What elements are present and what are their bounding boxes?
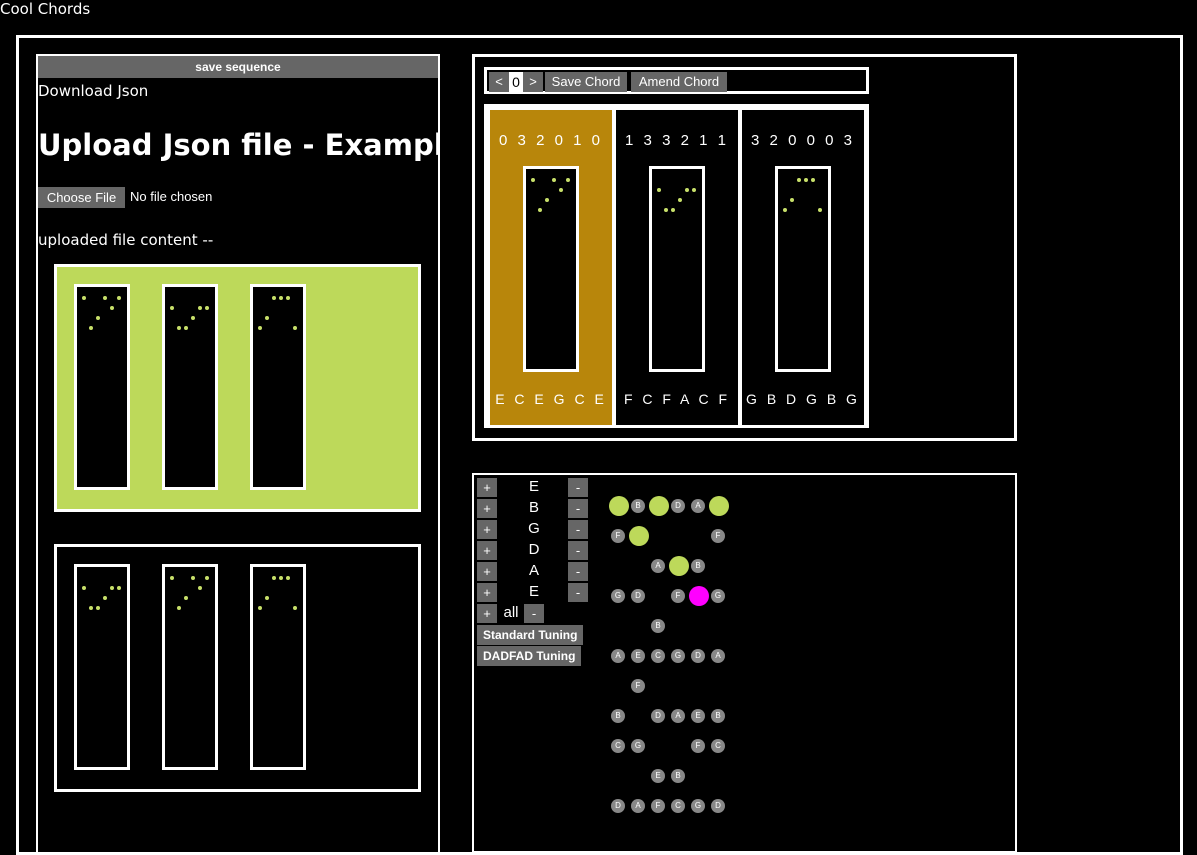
save-chord-button[interactable]: Save Chord: [545, 72, 627, 92]
fret-marker[interactable]: [609, 496, 629, 516]
fret-note[interactable]: C: [671, 799, 685, 813]
fret-marker-highlight[interactable]: [689, 586, 709, 606]
chord-notes: F C F A C F: [623, 391, 731, 407]
chord-frets: 3 2 0 0 0 3: [751, 132, 855, 149]
string-6-plus-button[interactable]: +: [477, 583, 497, 602]
fret-note[interactable]: G: [671, 649, 685, 663]
string-3-plus-button[interactable]: +: [477, 520, 497, 539]
string-3-label: G: [528, 520, 540, 537]
fret-note[interactable]: A: [611, 649, 625, 663]
mini-fretboard: [162, 284, 218, 490]
string-4-minus-button[interactable]: -: [568, 541, 588, 560]
fret-note[interactable]: B: [711, 709, 725, 723]
fret-note[interactable]: D: [671, 499, 685, 513]
fret-note[interactable]: E: [691, 709, 705, 723]
chord-card[interactable]: 1 3 3 2 1 1 F C F A C F: [616, 110, 738, 425]
fret-note[interactable]: E: [651, 769, 665, 783]
fret-note[interactable]: F: [711, 529, 725, 543]
fret-note[interactable]: G: [711, 589, 725, 603]
string-1-plus-button[interactable]: +: [477, 478, 497, 497]
prev-chord-button[interactable]: <: [489, 72, 509, 92]
string-6-label: E: [528, 583, 539, 600]
amend-chord-button[interactable]: Amend Chord: [631, 72, 727, 92]
fret-note[interactable]: D: [691, 649, 705, 663]
string-3-minus-button[interactable]: -: [568, 520, 588, 539]
fret-note[interactable]: G: [611, 589, 625, 603]
chord-fretboard: [775, 166, 831, 372]
fret-note[interactable]: A: [711, 649, 725, 663]
string-5-label: A: [528, 562, 539, 579]
string-1-label: E: [528, 478, 539, 495]
upload-title: Upload Json file - Example: [38, 128, 440, 162]
fret-note[interactable]: D: [631, 589, 645, 603]
string-5-plus-button[interactable]: +: [477, 562, 497, 581]
string-2-label: B: [528, 499, 539, 516]
fret-marker[interactable]: [709, 496, 729, 516]
fret-note[interactable]: A: [651, 559, 665, 573]
fret-note[interactable]: D: [651, 709, 665, 723]
string-6-minus-button[interactable]: -: [568, 583, 588, 602]
fret-note[interactable]: D: [711, 799, 725, 813]
saved-sequence-uploaded[interactable]: [54, 544, 421, 792]
fret-note[interactable]: B: [671, 769, 685, 783]
fret-note[interactable]: B: [631, 499, 645, 513]
string-5-minus-button[interactable]: -: [568, 562, 588, 581]
fret-marker[interactable]: [669, 556, 689, 576]
all-minus-button[interactable]: -: [524, 604, 544, 623]
all-label: all: [503, 604, 519, 621]
mini-fretboard: [74, 564, 130, 770]
next-chord-button[interactable]: >: [523, 72, 543, 92]
fret-note[interactable]: D: [611, 799, 625, 813]
fret-note[interactable]: B: [651, 619, 665, 633]
fret-note[interactable]: F: [651, 799, 665, 813]
fret-note[interactable]: F: [671, 589, 685, 603]
chord-notes: G B D G B G: [746, 391, 860, 407]
fret-note[interactable]: B: [691, 559, 705, 573]
string-1-minus-button[interactable]: -: [568, 478, 588, 497]
fret-note[interactable]: A: [631, 799, 645, 813]
fret-note[interactable]: G: [631, 739, 645, 753]
all-plus-button[interactable]: +: [477, 604, 497, 623]
chord-fretboard: [649, 166, 705, 372]
chord-frets: 0 3 2 0 1 0: [499, 132, 603, 149]
string-2-minus-button[interactable]: -: [568, 499, 588, 518]
chord-notes: E C E G C E: [495, 391, 607, 407]
mini-fretboard: [250, 284, 306, 490]
fret-note[interactable]: C: [651, 649, 665, 663]
chord-card[interactable]: 3 2 0 0 0 3 G B D G B G: [742, 110, 864, 425]
mini-fretboard: [250, 564, 306, 770]
chord-card[interactable]: 0 3 2 0 1 0 E C E G C E: [490, 110, 612, 425]
uploaded-content-label: uploaded file content --: [38, 231, 214, 249]
fret-note[interactable]: F: [611, 529, 625, 543]
fret-note[interactable]: E: [631, 649, 645, 663]
chord-fretboard: [523, 166, 579, 372]
app-title: Cool Chords: [0, 0, 91, 18]
fret-note[interactable]: A: [671, 709, 685, 723]
fret-note[interactable]: C: [711, 739, 725, 753]
standard-tuning-button[interactable]: Standard Tuning: [477, 625, 584, 645]
fret-note[interactable]: A: [691, 499, 705, 513]
fret-note[interactable]: C: [611, 739, 625, 753]
dadfad-tuning-button[interactable]: DADFAD Tuning: [477, 646, 582, 666]
chord-index[interactable]: 0: [509, 72, 523, 92]
file-status: No file chosen: [130, 189, 213, 204]
choose-file-button[interactable]: Choose File: [38, 187, 125, 208]
string-4-plus-button[interactable]: +: [477, 541, 497, 560]
chord-list: 0 3 2 0 1 0 E C E G C E 1 3 3 2 1 1 F C …: [484, 104, 869, 428]
fret-marker[interactable]: [649, 496, 669, 516]
fret-note[interactable]: F: [691, 739, 705, 753]
save-sequence-button[interactable]: save sequence: [38, 56, 438, 78]
chord-frets: 1 3 3 2 1 1: [625, 132, 729, 149]
string-2-plus-button[interactable]: +: [477, 499, 497, 518]
fret-note[interactable]: F: [631, 679, 645, 693]
download-json-link[interactable]: Download Json: [38, 82, 148, 100]
chord-toolbar: < 0 > Save Chord Amend Chord: [484, 67, 869, 94]
fret-note[interactable]: B: [611, 709, 625, 723]
mini-fretboard: [74, 284, 130, 490]
fret-note[interactable]: G: [691, 799, 705, 813]
saved-sequence-current[interactable]: [54, 264, 421, 512]
string-4-label: D: [528, 541, 540, 558]
fret-marker[interactable]: [629, 526, 649, 546]
mini-fretboard: [162, 564, 218, 770]
